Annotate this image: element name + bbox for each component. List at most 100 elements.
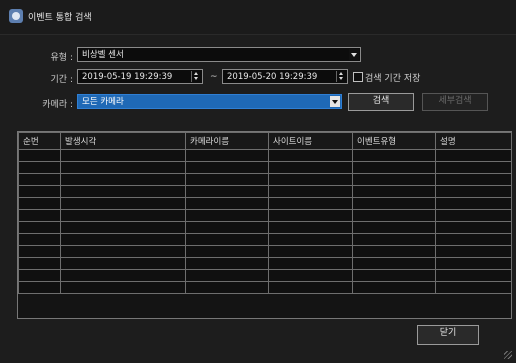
column-header-camera[interactable]: 카메라이름 bbox=[185, 132, 269, 150]
table-cell bbox=[268, 269, 353, 282]
table-row[interactable] bbox=[18, 281, 512, 294]
table-cell bbox=[18, 161, 61, 174]
table-cell bbox=[435, 221, 512, 234]
end-datetime-spinner-icon[interactable] bbox=[336, 71, 346, 82]
table-cell bbox=[352, 173, 436, 186]
table-cell bbox=[352, 161, 436, 174]
table-cell bbox=[435, 245, 512, 258]
table-row[interactable] bbox=[18, 149, 512, 162]
table-cell bbox=[352, 269, 436, 282]
table-cell bbox=[18, 281, 61, 294]
table-cell bbox=[60, 161, 186, 174]
table-cell bbox=[352, 257, 436, 270]
start-datetime-value: 2019-05-19 19:29:39 bbox=[82, 72, 173, 82]
table-row[interactable] bbox=[18, 221, 512, 234]
table-cell bbox=[268, 245, 353, 258]
table-cell bbox=[185, 269, 269, 282]
table-row[interactable] bbox=[18, 269, 512, 282]
table-cell bbox=[435, 257, 512, 270]
table-row[interactable] bbox=[18, 185, 512, 198]
column-header-event-type[interactable]: 이벤트유형 bbox=[352, 132, 436, 150]
table-cell bbox=[185, 149, 269, 162]
type-dropdown[interactable]: 비상벨 센서 bbox=[77, 47, 361, 62]
table-cell bbox=[18, 269, 61, 282]
results-grid: 순번 발생시각 카메라이름 사이트이름 이벤트유형 설명 bbox=[18, 132, 512, 294]
table-cell bbox=[185, 233, 269, 246]
table-cell bbox=[268, 149, 353, 162]
table-cell bbox=[18, 221, 61, 234]
table-cell bbox=[185, 281, 269, 294]
table-cell bbox=[18, 233, 61, 246]
camera-label: 카메라 : bbox=[42, 100, 73, 110]
table-cell bbox=[268, 233, 353, 246]
table-row[interactable] bbox=[18, 257, 512, 270]
period-separator: ~ bbox=[210, 72, 218, 82]
search-button[interactable]: 검색 bbox=[348, 93, 414, 111]
start-datetime-spinner-icon[interactable] bbox=[191, 71, 201, 82]
save-period-label: 검색 기간 저장 bbox=[365, 74, 421, 84]
title-bar: 이벤트 통합 검색 bbox=[0, 0, 516, 35]
table-cell bbox=[18, 149, 61, 162]
end-datetime-picker[interactable]: 2019-05-20 19:29:39 bbox=[222, 69, 348, 84]
table-cell bbox=[60, 233, 186, 246]
table-cell bbox=[60, 281, 186, 294]
table-cell bbox=[60, 221, 186, 234]
table-row[interactable] bbox=[18, 173, 512, 186]
close-button[interactable]: 닫기 bbox=[417, 325, 479, 345]
table-cell bbox=[185, 257, 269, 270]
table-row[interactable] bbox=[18, 209, 512, 222]
column-header-index[interactable]: 순번 bbox=[18, 132, 61, 150]
table-header-row: 순번 발생시각 카메라이름 사이트이름 이벤트유형 설명 bbox=[18, 132, 512, 150]
table-row[interactable] bbox=[18, 197, 512, 210]
table-cell bbox=[268, 281, 353, 294]
save-period-checkbox[interactable] bbox=[353, 72, 363, 82]
table-cell bbox=[352, 209, 436, 222]
table-cell bbox=[435, 233, 512, 246]
table-cell bbox=[268, 209, 353, 222]
resize-grip-icon[interactable] bbox=[504, 351, 512, 359]
column-header-time[interactable]: 발생시각 bbox=[60, 132, 186, 150]
table-cell bbox=[60, 209, 186, 222]
table-cell bbox=[352, 149, 436, 162]
period-label: 기간 : bbox=[50, 75, 73, 85]
table-row[interactable] bbox=[18, 233, 512, 246]
table-cell bbox=[435, 161, 512, 174]
table-cell bbox=[185, 221, 269, 234]
table-cell bbox=[352, 233, 436, 246]
table-cell bbox=[60, 185, 186, 198]
chevron-down-icon bbox=[332, 100, 338, 104]
table-cell bbox=[352, 221, 436, 234]
column-header-description[interactable]: 설명 bbox=[435, 132, 512, 150]
table-cell bbox=[185, 173, 269, 186]
end-datetime-value: 2019-05-20 19:29:39 bbox=[227, 72, 318, 82]
table-cell bbox=[435, 149, 512, 162]
table-cell bbox=[18, 197, 61, 210]
table-cell bbox=[185, 197, 269, 210]
table-cell bbox=[60, 257, 186, 270]
table-row[interactable] bbox=[18, 245, 512, 258]
camera-dropdown[interactable]: 모든 카메라 bbox=[77, 94, 342, 109]
table-cell bbox=[352, 197, 436, 210]
event-results-table[interactable]: 순번 발생시각 카메라이름 사이트이름 이벤트유형 설명 bbox=[17, 131, 512, 319]
table-cell bbox=[60, 197, 186, 210]
table-row[interactable] bbox=[18, 161, 512, 174]
table-cell bbox=[268, 161, 353, 174]
table-cell bbox=[352, 245, 436, 258]
table-cell bbox=[18, 173, 61, 186]
table-cell bbox=[435, 209, 512, 222]
table-cell bbox=[60, 245, 186, 258]
table-cell bbox=[268, 197, 353, 210]
table-cell bbox=[435, 173, 512, 186]
table-cell bbox=[60, 269, 186, 282]
start-datetime-picker[interactable]: 2019-05-19 19:29:39 bbox=[77, 69, 203, 84]
table-cell bbox=[185, 161, 269, 174]
table-cell bbox=[352, 185, 436, 198]
table-cell bbox=[185, 209, 269, 222]
detail-search-button[interactable]: 세부검색 bbox=[422, 93, 488, 111]
table-cell bbox=[60, 173, 186, 186]
table-cell bbox=[18, 185, 61, 198]
table-cell bbox=[268, 221, 353, 234]
column-header-site[interactable]: 사이트이름 bbox=[268, 132, 353, 150]
table-cell bbox=[435, 281, 512, 294]
window-title: 이벤트 통합 검색 bbox=[28, 13, 92, 23]
